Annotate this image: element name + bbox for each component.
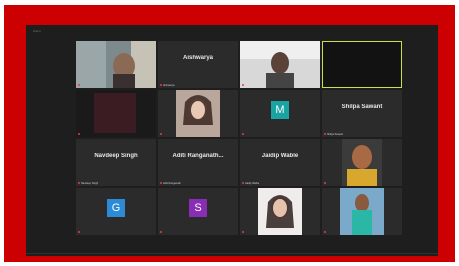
participant-tile[interactable]: M — [240, 90, 320, 137]
participant-video — [323, 42, 401, 87]
participant-tile[interactable]: S — [158, 188, 238, 235]
participant-name: Jaidip Wable — [261, 153, 299, 159]
participant-tile[interactable] — [76, 90, 156, 137]
participant-tile[interactable] — [240, 188, 320, 235]
mic-muted-icon — [242, 231, 244, 234]
participant-tile[interactable] — [240, 41, 320, 88]
participant-tile[interactable] — [322, 188, 402, 235]
avatar: M — [271, 101, 289, 119]
red-frame: Zoom Aishwarya Aishwarya M Shilpa Sawant… — [4, 5, 455, 262]
mic-muted-icon — [242, 182, 244, 185]
participant-name: Aishwarya — [182, 55, 213, 61]
mic-muted-icon — [324, 182, 326, 185]
participant-video — [322, 139, 402, 186]
participant-label: Navdeep Singh — [81, 182, 99, 185]
mic-muted-icon — [160, 182, 162, 185]
mic-muted-icon — [324, 133, 326, 136]
participant-tile[interactable] — [158, 90, 238, 137]
zoom-window: Zoom Aishwarya Aishwarya M Shilpa Sawant… — [26, 25, 438, 256]
divider — [26, 253, 438, 254]
mic-muted-icon — [78, 133, 80, 136]
avatar: G — [107, 199, 125, 217]
participant-tile[interactable]: Shilpa Sawant Shilpa Sawant — [322, 90, 402, 137]
participant-video — [76, 90, 156, 137]
participant-video — [240, 41, 320, 88]
mic-muted-icon — [242, 84, 244, 87]
participant-video — [240, 188, 320, 235]
participant-tile[interactable] — [76, 41, 156, 88]
mic-muted-icon — [78, 84, 80, 87]
avatar: S — [189, 199, 207, 217]
participant-label: Jaidip Wable — [245, 182, 260, 185]
participant-tile[interactable]: Aishwarya Aishwarya — [158, 41, 238, 88]
participant-label: Aishwarya — [163, 84, 175, 87]
participant-name: Aditi Ranganath... — [172, 153, 224, 159]
window-title: Zoom — [33, 29, 41, 33]
participant-video — [158, 90, 238, 137]
participant-tile[interactable]: Jaidip Wable Jaidip Wable — [240, 139, 320, 186]
participant-label: Shilpa Sawant — [327, 133, 343, 136]
participant-label: Aditi Ranganath — [163, 182, 181, 185]
participant-video — [322, 188, 402, 235]
participant-tile[interactable] — [322, 139, 402, 186]
mic-muted-icon — [160, 84, 162, 87]
mic-muted-icon — [160, 133, 162, 136]
mic-muted-icon — [324, 231, 326, 234]
participant-name: Shilpa Sawant — [341, 104, 383, 110]
participant-name: Navdeep Singh — [94, 153, 138, 159]
mic-muted-icon — [242, 133, 244, 136]
participant-video — [76, 41, 156, 88]
participant-tile[interactable]: Navdeep Singh Navdeep Singh — [76, 139, 156, 186]
mic-muted-icon — [78, 182, 80, 185]
mic-muted-icon — [78, 231, 80, 234]
mic-muted-icon — [160, 231, 162, 234]
participant-tile[interactable]: G — [76, 188, 156, 235]
participant-tile[interactable]: Aditi Ranganath... Aditi Ranganath — [158, 139, 238, 186]
participant-grid: Aishwarya Aishwarya M Shilpa Sawant Shil… — [76, 41, 402, 235]
participant-tile-active-speaker[interactable] — [322, 41, 402, 88]
